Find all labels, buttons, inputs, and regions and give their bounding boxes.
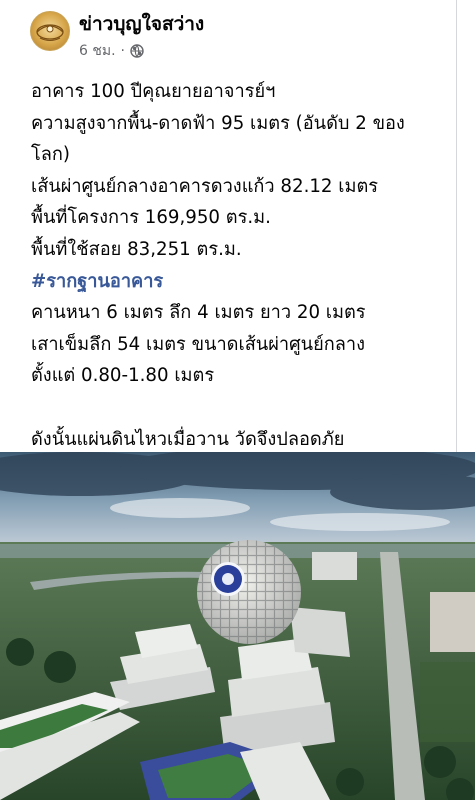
post-line: ความสูงจากพื้น-ดาดฟ้า 95 เมตร (อันดับ 2 …: [31, 112, 405, 134]
post-meta: 6 ชม. ·: [79, 40, 144, 62]
meta-separator: ·: [120, 43, 125, 59]
post-timestamp[interactable]: 6 ชม.: [79, 40, 116, 62]
post-line: คานหนา 6 เมตร ลึก 4 เมตร ยาว 20 เมตร: [31, 302, 366, 324]
post-header: ข่าวบุญใจสว่าง 6 ชม. ·: [0, 0, 475, 66]
post-text: อาคาร 100 ปีคุณยายอาจารย์ฯ ความสูงจากพื้…: [31, 76, 446, 455]
post-line: เส้นผ่าศูนย์กลางอาคารดวงแก้ว 82.12 เมตร: [31, 175, 379, 197]
post-line: พื้นที่ใช้สอย 83,251 ตร.ม.: [31, 238, 242, 260]
post-line: ตั้งแต่ 0.80-1.80 เมตร: [31, 365, 215, 387]
post-photo[interactable]: [0, 452, 475, 800]
page-name[interactable]: ข่าวบุญใจสว่าง: [79, 9, 204, 39]
page-avatar[interactable]: [30, 11, 70, 51]
post-line: พื้นที่โครงการ 169,950 ตร.ม.: [31, 207, 271, 229]
post-line: เสาเข็มลึก 54 เมตร ขนาดเส้นผ่าศูนย์กลาง: [31, 333, 365, 355]
post-line: ดังนั้นแผ่นดินไหวเมื่อวาน วัดจึงปลอดภัย: [31, 428, 345, 450]
post-line: โลก): [31, 144, 71, 166]
post-line: อาคาร 100 ปีคุณยายอาจารย์ฯ: [31, 81, 276, 102]
hashtag-link[interactable]: #รากฐานอาคาร: [31, 266, 446, 298]
card-right-border: [456, 0, 457, 452]
temple-logo-icon: [36, 24, 64, 41]
globe-icon: [130, 44, 144, 58]
dome-building: [197, 540, 301, 644]
